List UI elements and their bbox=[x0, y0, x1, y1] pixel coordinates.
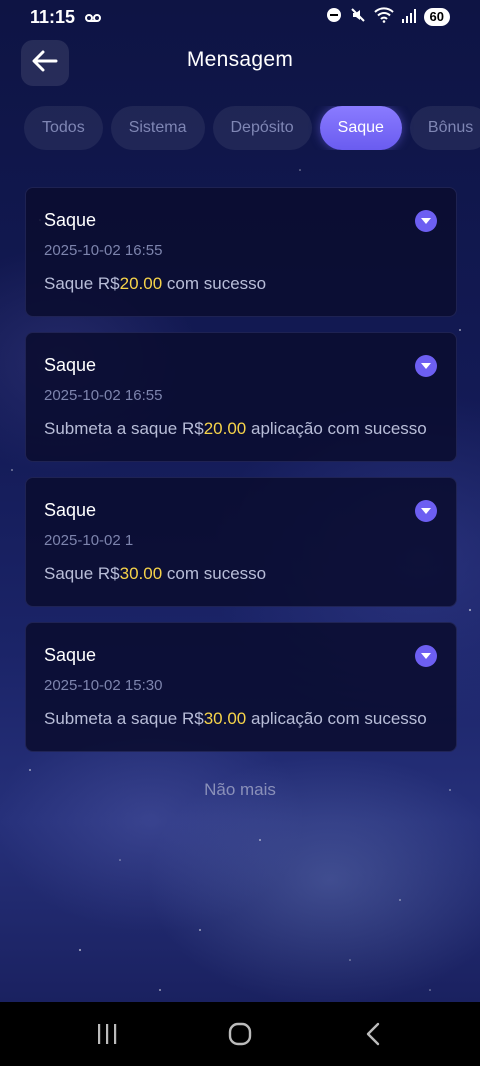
home-button[interactable] bbox=[210, 1004, 270, 1064]
chevron-down-icon[interactable] bbox=[415, 500, 437, 522]
message-text: Saque R$20.00 com sucesso bbox=[44, 274, 267, 293]
chevron-down-icon[interactable] bbox=[415, 355, 437, 377]
message-title: Saque bbox=[44, 210, 97, 230]
tab-sistema[interactable]: Sistema bbox=[110, 106, 205, 150]
mute-icon bbox=[350, 7, 366, 28]
message-card[interactable]: Saque 2025-10-02 16:55 Submeta a saque R… bbox=[25, 332, 457, 462]
message-card[interactable]: Saque 2025-10-02 1 Saque R$30.00 com suc… bbox=[25, 477, 457, 607]
status-bar: 11:15 60 bbox=[0, 0, 480, 34]
message-title: Saque bbox=[44, 355, 97, 375]
wifi-icon bbox=[373, 6, 394, 28]
end-of-list-text: Não mais bbox=[204, 780, 276, 799]
voicemail-icon bbox=[85, 7, 102, 28]
message-amount: 30.00 bbox=[119, 564, 163, 583]
tab-todos[interactable]: Todos bbox=[24, 106, 103, 150]
tab-deposito[interactable]: Depósito bbox=[212, 106, 312, 150]
battery-indicator: 60 bbox=[423, 8, 450, 26]
message-time: 2025-10-02 1 bbox=[44, 532, 134, 549]
system-nav-bar bbox=[0, 1002, 480, 1066]
status-time: 11:15 bbox=[30, 6, 76, 27]
tab-saque[interactable]: Saque bbox=[319, 106, 402, 150]
page-title: Mensagem bbox=[186, 48, 294, 71]
do-not-disturb-icon bbox=[326, 7, 342, 28]
message-time: 2025-10-02 15:30 bbox=[44, 677, 163, 694]
message-title: Saque bbox=[44, 645, 97, 665]
message-time: 2025-10-02 16:55 bbox=[44, 387, 163, 404]
message-card[interactable]: Saque 2025-10-02 15:30 Submeta a saque R… bbox=[25, 622, 457, 752]
message-amount: 20.00 bbox=[119, 274, 163, 293]
message-title: Saque bbox=[44, 500, 97, 520]
back-nav-button[interactable] bbox=[343, 1004, 403, 1064]
message-amount: 20.00 bbox=[203, 419, 247, 438]
message-amount: 30.00 bbox=[203, 709, 247, 728]
recent-apps-button[interactable] bbox=[77, 1004, 137, 1064]
message-list: Saque 2025-10-02 16:55 Saque R$20.00 com… bbox=[25, 187, 457, 767]
signal-icon bbox=[401, 7, 416, 28]
chevron-down-icon[interactable] bbox=[415, 645, 437, 667]
message-time: 2025-10-02 16:55 bbox=[44, 242, 163, 259]
message-card[interactable]: Saque 2025-10-02 16:55 Saque R$20.00 com… bbox=[25, 187, 457, 317]
chevron-down-icon[interactable] bbox=[415, 210, 437, 232]
message-text: Saque R$30.00 com sucesso bbox=[44, 564, 267, 583]
tab-bonus[interactable]: Bônus bbox=[409, 106, 480, 150]
message-text: Submeta a saque R$20.00 aplicação com su… bbox=[44, 419, 427, 438]
header: Mensagem bbox=[0, 40, 480, 86]
category-tabs: Todos Sistema Depósito Saque Bônus bbox=[24, 106, 480, 150]
message-text: Submeta a saque R$30.00 aplicação com su… bbox=[44, 709, 427, 728]
